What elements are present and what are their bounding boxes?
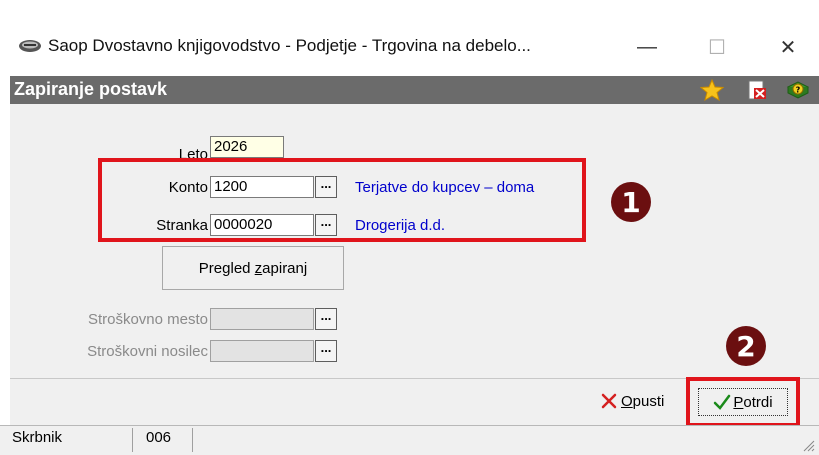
pregled-prefix: Pregled	[198, 259, 255, 277]
stroskovni-nosilec-label: Stroškovni nosilec	[87, 343, 208, 360]
cancel-icon	[601, 393, 617, 409]
document-delete-icon[interactable]	[745, 79, 769, 101]
minimize-button[interactable]: —	[627, 30, 667, 64]
status-code: 006	[146, 429, 172, 446]
form-title: Zapiranje postavk	[14, 79, 168, 99]
star-icon[interactable]	[700, 79, 724, 101]
resize-grip-icon[interactable]	[801, 438, 815, 452]
pregled-mnemonic: z	[254, 259, 263, 277]
maximize-button[interactable]: ☐	[697, 30, 737, 64]
window-title: Saop Dvostavno knjigovodstvo - Podjetje …	[48, 36, 531, 55]
status-bar: Skrbnik 006	[0, 425, 819, 455]
close-button[interactable]: ✕	[768, 30, 808, 64]
stroskovno-mesto-field[interactable]	[210, 308, 314, 330]
window-titlebar: Saop Dvostavno knjigovodstvo - Podjetje …	[0, 0, 819, 74]
form-header: Zapiranje postavk ?	[10, 76, 819, 104]
stroskovni-nosilec-field[interactable]	[210, 340, 314, 362]
marker-2: 2	[726, 326, 766, 366]
pregled-zapiranj-button[interactable]: Pregled z apiranj	[162, 246, 344, 290]
status-divider	[192, 428, 193, 452]
highlight-box-1	[98, 158, 586, 242]
stroskovno-mesto-picker-button[interactable]: ...	[315, 308, 337, 330]
marker-1: 1	[611, 182, 651, 222]
cancel-mnemonic: O	[621, 392, 633, 410]
book-help-icon[interactable]: ?	[786, 79, 810, 101]
checkmark-icon	[714, 394, 731, 410]
cancel-button[interactable]: Opusti	[600, 392, 664, 410]
action-bar: Opusti Potrdi	[10, 377, 819, 427]
pregled-suffix: apiranj	[262, 259, 308, 277]
confirm-button[interactable]: Potrdi	[698, 388, 788, 416]
leto-field[interactable]: 2026	[210, 136, 284, 158]
stroskovno-mesto-label: Stroškovno mesto	[87, 311, 208, 328]
cancel-label: pusti	[632, 392, 665, 410]
status-divider	[132, 428, 133, 452]
stroskovni-nosilec-picker-button[interactable]: ...	[315, 340, 337, 362]
status-user: Skrbnik	[12, 429, 63, 446]
confirm-label: otrdi	[743, 393, 773, 411]
form-body: Leto 2026 Konto 1200 ... Terjatve do kup…	[10, 104, 819, 378]
svg-text:?: ?	[796, 86, 801, 95]
app-icon	[19, 40, 41, 52]
confirm-mnemonic: P	[733, 393, 744, 411]
